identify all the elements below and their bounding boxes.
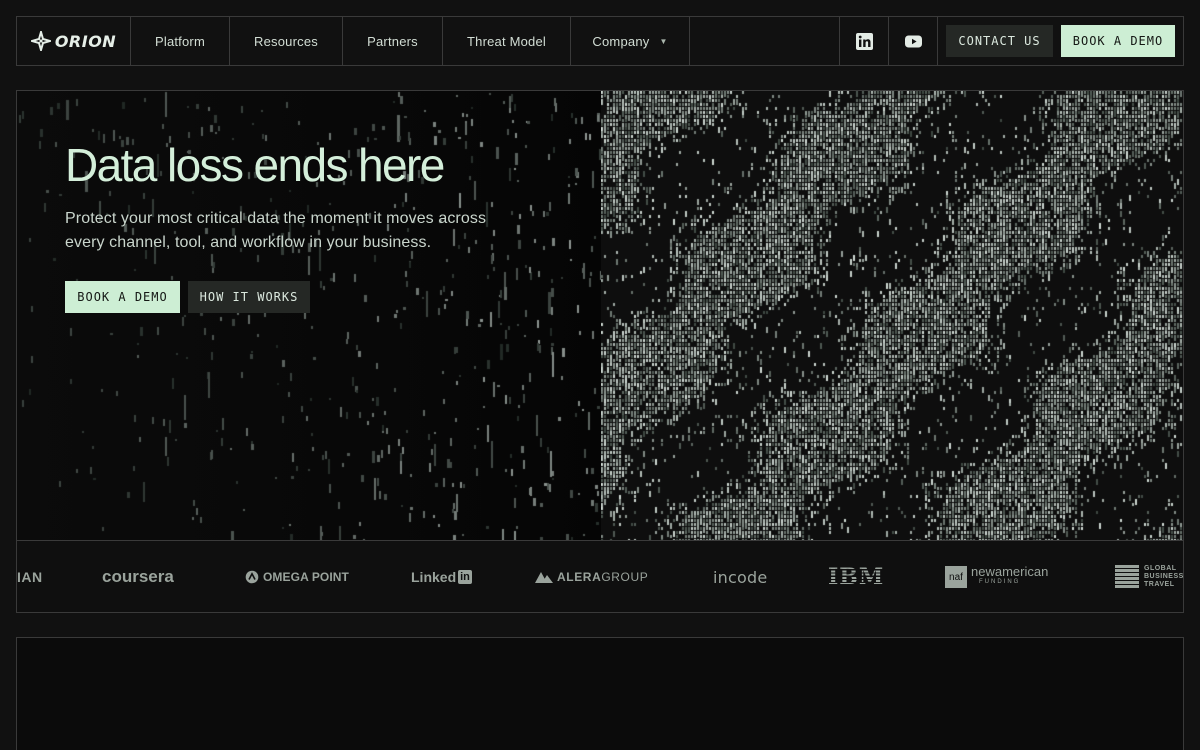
top-navigation: ORION Platform Resources Partners Threat…	[16, 16, 1184, 66]
next-section-panel	[16, 637, 1184, 750]
gbt-mark-icon	[1115, 565, 1139, 589]
logo-gbt-line2: BUSINESS	[1144, 573, 1183, 580]
data-pattern-visual	[601, 91, 1183, 540]
how-it-works-button[interactable]: HOW IT WORKS	[188, 281, 310, 313]
logo-gbt-wordmark: GLOBAL BUSINESS TRAVEL	[1144, 565, 1183, 589]
hero-subtitle: Protect your most critical data the mome…	[65, 210, 487, 251]
logo-gbt-line1: GLOBAL	[1144, 565, 1177, 572]
nav-platform-label: Platform	[154, 33, 205, 49]
brand-logo[interactable]: ORION	[17, 17, 131, 65]
logo-incode: incode	[713, 541, 767, 612]
nav-spacer	[690, 17, 840, 65]
nav-company-label: Company	[592, 33, 650, 49]
nav-book-demo-button[interactable]: BOOK A DEMO	[1061, 25, 1175, 57]
brand-name: ORION	[54, 31, 117, 51]
logo-ibm: IBM	[828, 541, 884, 612]
logo-naf-mark: naf	[945, 566, 967, 588]
hero-copy: Data loss ends here Protect your most cr…	[65, 139, 505, 313]
logo-gbt-line3: TRAVEL	[1144, 581, 1175, 588]
alera-mountain-icon	[535, 572, 553, 583]
logo-omega-point: OMEGA POINT	[245, 541, 349, 612]
nav-partners[interactable]: Partners	[343, 17, 443, 65]
nav-resources-label: Resources	[254, 33, 318, 49]
logo-linkedin-badge: in	[458, 570, 472, 584]
logo-new-american-funding: naf newamerican FUNDING	[945, 541, 1048, 612]
linkedin-link[interactable]	[840, 17, 889, 65]
logo-ibm-text: IBM	[828, 564, 885, 590]
hero-right-panel	[601, 91, 1183, 540]
hero-title: Data loss ends here	[65, 139, 445, 191]
logo-naf-wordmark: newamerican FUNDING	[971, 564, 1049, 587]
logo-coursera-text: coursera	[102, 567, 174, 586]
hero-top: Data loss ends here Protect your most cr…	[17, 91, 1183, 540]
omega-point-icon	[245, 570, 259, 584]
nav-resources[interactable]: Resources	[230, 17, 343, 65]
customer-logo-strip: IAN coursera OMEGA POINT Linked in ALERA…	[17, 540, 1183, 612]
logo-global-business-travel: GLOBAL BUSINESS TRAVEL	[1115, 541, 1183, 612]
hero-book-demo-button[interactable]: BOOK A DEMO	[65, 281, 180, 313]
logo-coursera: coursera	[102, 541, 174, 612]
nav-company[interactable]: Company ▼	[571, 17, 690, 65]
logo-partial: IAN	[17, 541, 43, 612]
nav-platform[interactable]: Platform	[131, 17, 230, 65]
nav-threat-model[interactable]: Threat Model	[443, 17, 571, 65]
chevron-down-icon: ▼	[659, 36, 668, 46]
hero-left-panel: Data loss ends here Protect your most cr…	[17, 91, 601, 540]
youtube-link[interactable]	[889, 17, 938, 65]
linkedin-icon	[855, 32, 873, 50]
logo-alera-group: ALERA GROUP	[535, 541, 648, 612]
logo-omega-point-text: OMEGA POINT	[263, 570, 349, 584]
nav-partners-label: Partners	[367, 33, 418, 49]
logo-alera-group-text: GROUP	[601, 570, 649, 584]
logo-alera-text: ALERA	[557, 570, 602, 584]
logo-linkedin-text: Linked	[411, 569, 457, 585]
hero-cta-group: BOOK A DEMO HOW IT WORKS	[65, 281, 505, 313]
orion-star-icon	[30, 31, 51, 51]
hero-section: Data loss ends here Protect your most cr…	[16, 90, 1184, 613]
logo-naf-sub: FUNDING	[979, 579, 1021, 585]
logo-linkedin: Linked in	[411, 541, 472, 612]
logo-partial-text: IAN	[17, 569, 43, 585]
youtube-icon	[904, 35, 922, 47]
nav-cta-group: CONTACT US BOOK A DEMO	[938, 17, 1183, 65]
nav-threat-model-label: Threat Model	[467, 33, 546, 49]
logo-incode-text: incode	[713, 567, 768, 587]
contact-us-button[interactable]: CONTACT US	[946, 25, 1053, 57]
logo-naf-name: newamerican	[971, 564, 1049, 579]
